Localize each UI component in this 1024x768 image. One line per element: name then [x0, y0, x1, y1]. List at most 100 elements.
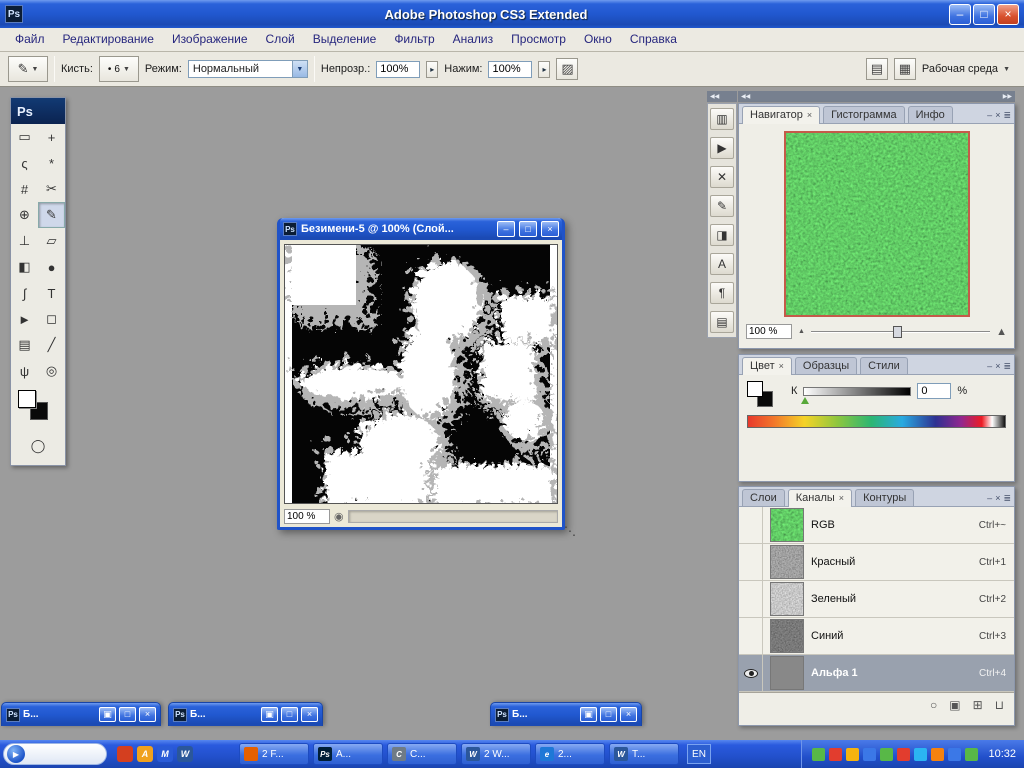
- menu-edit[interactable]: Редактирование: [54, 28, 163, 51]
- navigator-zoom-input[interactable]: [746, 324, 792, 339]
- task-button-6[interactable]: W T...: [609, 743, 679, 765]
- menu-help[interactable]: Справка: [621, 28, 686, 51]
- tool-rectangular-marquee[interactable]: ▭: [11, 124, 38, 150]
- panel-notes-icon[interactable]: ▤: [710, 311, 734, 333]
- palette-minimize-icon[interactable]: ‒: [987, 111, 992, 120]
- tool-magic-wand[interactable]: *: [38, 150, 65, 176]
- document-canvas[interactable]: [284, 244, 558, 504]
- airbrush-icon[interactable]: ▨: [556, 58, 579, 80]
- opacity-input[interactable]: [376, 60, 421, 78]
- quick-launch-icon-4[interactable]: W: [177, 746, 193, 762]
- eye-icon[interactable]: [743, 668, 758, 678]
- palette-minimize-icon[interactable]: ‒: [987, 362, 992, 371]
- menu-select[interactable]: Выделение: [304, 28, 386, 51]
- visibility-cell[interactable]: [739, 507, 763, 543]
- horizontal-scrollbar[interactable]: [347, 510, 558, 523]
- tray-icon-4[interactable]: [863, 747, 877, 761]
- quick-launch-icon-2[interactable]: A: [137, 746, 153, 762]
- channel-row-alpha1[interactable]: Альфа 1 Ctrl+4: [739, 655, 1014, 692]
- tab-histogram[interactable]: Гистограмма: [823, 106, 905, 123]
- visibility-cell[interactable]: [739, 618, 763, 654]
- panel-character-icon[interactable]: А: [710, 253, 734, 275]
- navigator-proxy-preview[interactable]: [783, 131, 970, 317]
- blend-mode-dropdown[interactable]: Нормальный ▼: [187, 60, 308, 78]
- opacity-slider-arrow[interactable]: ▸: [426, 60, 439, 78]
- tool-pen[interactable]: ∫: [11, 280, 38, 306]
- tab-channels[interactable]: Каналы ×: [787, 489, 853, 507]
- tool-brush[interactable]: ✎: [38, 202, 65, 228]
- tab-navigator[interactable]: Навигатор ×: [742, 106, 821, 124]
- navigator-zoom-slider[interactable]: [810, 325, 991, 338]
- dock-collapse-header-left[interactable]: ◀◀: [707, 91, 737, 102]
- delete-channel-icon[interactable]: ⊔: [995, 698, 1004, 712]
- document-titlebar[interactable]: Ps Безимени-5 @ 100% (Слой... ‒ □ ×: [280, 218, 562, 240]
- palette-minimize-icon[interactable]: ‒: [987, 494, 992, 503]
- tool-path-selection[interactable]: ►: [11, 306, 38, 332]
- close-button[interactable]: ×: [301, 707, 318, 722]
- zoom-in-icon[interactable]: ▲: [996, 326, 1007, 338]
- palette-menu-icon[interactable]: ≣: [1003, 494, 1011, 503]
- zoom-out-icon[interactable]: ▲: [798, 328, 805, 335]
- channel-row-blue[interactable]: Синий Ctrl+3: [739, 618, 1014, 655]
- document-maximize-button[interactable]: □: [519, 221, 537, 237]
- menu-view[interactable]: Просмотр: [502, 28, 575, 51]
- panel-paragraph-icon[interactable]: ¶: [710, 282, 734, 304]
- palette-menu-icon[interactable]: ≣: [1003, 362, 1011, 371]
- brushes-palette-icon[interactable]: ▦: [893, 58, 916, 80]
- quick-mask-button[interactable]: ◯: [25, 433, 52, 459]
- new-channel-icon[interactable]: ⊞: [973, 698, 983, 712]
- palette-well-icon[interactable]: ▤: [865, 58, 888, 80]
- document-close-button[interactable]: ×: [541, 221, 559, 237]
- tab-close-icon[interactable]: ×: [779, 361, 784, 371]
- tab-color[interactable]: Цвет ×: [742, 357, 792, 375]
- workspace-dropdown[interactable]: Рабочая среда ▼: [922, 63, 1016, 75]
- document-zoom-input[interactable]: [284, 509, 330, 524]
- tool-lasso[interactable]: ς: [11, 150, 38, 176]
- tray-icon-1[interactable]: [812, 747, 826, 761]
- maximize-button[interactable]: □: [973, 3, 995, 25]
- brush-preset-picker[interactable]: • 6 ▼: [98, 56, 139, 82]
- tool-notes[interactable]: ▤: [11, 332, 38, 358]
- tab-swatches[interactable]: Образцы: [794, 357, 858, 374]
- palette-close-icon[interactable]: ×: [995, 494, 1000, 503]
- menu-layer[interactable]: Слой: [257, 28, 304, 51]
- tab-info[interactable]: Инфо: [907, 106, 953, 123]
- maximize-button[interactable]: □: [119, 707, 136, 722]
- tool-blur[interactable]: ●: [38, 254, 65, 280]
- foreground-color-swatch[interactable]: [18, 390, 36, 408]
- start-button[interactable]: ▶: [3, 743, 107, 765]
- panel-gradient-icon[interactable]: ◨: [710, 224, 734, 246]
- menu-analysis[interactable]: Анализ: [444, 28, 503, 51]
- tray-icon-10[interactable]: [965, 747, 979, 761]
- k-slider[interactable]: [801, 386, 912, 404]
- tool-preset-picker[interactable]: ✎ ▼: [8, 56, 48, 82]
- tool-slice[interactable]: ✂: [38, 176, 65, 202]
- document-minimize-button[interactable]: ‒: [497, 221, 515, 237]
- load-selection-icon[interactable]: ○: [930, 698, 937, 712]
- tool-healing-brush[interactable]: ⊕: [11, 202, 38, 228]
- channel-row-red[interactable]: Красный Ctrl+1: [739, 544, 1014, 581]
- toolbox-header[interactable]: Ps: [11, 98, 65, 124]
- task-button-3[interactable]: C C...: [387, 743, 457, 765]
- channel-row-green[interactable]: Зеленый Ctrl+2: [739, 581, 1014, 618]
- tab-close-icon[interactable]: ×: [839, 493, 844, 503]
- tab-paths[interactable]: Контуры: [855, 489, 915, 506]
- task-button-5[interactable]: e 2...: [535, 743, 605, 765]
- channel-row-rgb[interactable]: RGB Ctrl+~: [739, 507, 1014, 544]
- panel-brush-icon[interactable]: ✎: [710, 195, 734, 217]
- color-spectrum-ramp[interactable]: [747, 415, 1006, 428]
- maximize-button[interactable]: □: [600, 707, 617, 722]
- menu-image[interactable]: Изображение: [163, 28, 257, 51]
- tray-icon-2[interactable]: [829, 747, 843, 761]
- restore-button[interactable]: ▣: [261, 707, 278, 722]
- quick-launch-icon-1[interactable]: [117, 746, 133, 762]
- minimized-document-1[interactable]: Ps Б... ▣ □ ×: [1, 702, 161, 726]
- minimized-document-3[interactable]: Ps Б... ▣ □ ×: [490, 702, 642, 726]
- minimize-button[interactable]: ‒: [949, 3, 971, 25]
- language-indicator[interactable]: EN: [687, 744, 711, 764]
- tool-move[interactable]: +: [38, 124, 65, 150]
- tray-icon-8[interactable]: [931, 747, 945, 761]
- menu-file[interactable]: Файл: [6, 28, 54, 51]
- tool-gradient[interactable]: ◧: [11, 254, 38, 280]
- tray-icon-9[interactable]: [948, 747, 962, 761]
